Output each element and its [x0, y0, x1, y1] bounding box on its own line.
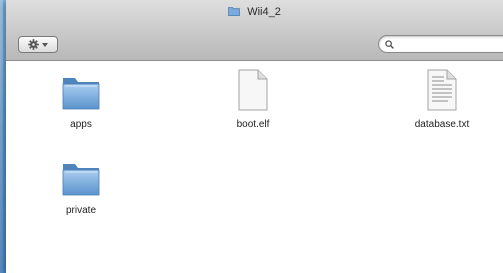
file-browser: apps boot.elf database.txt private — [6, 61, 503, 273]
chevron-down-icon — [42, 42, 48, 47]
folder-icon — [62, 78, 100, 110]
search-input[interactable] — [398, 38, 498, 50]
file-item-private[interactable]: private — [36, 159, 126, 216]
search-field[interactable] — [378, 35, 503, 53]
wallpaper-streak — [0, 0, 3, 273]
finder-window: Wii4_2 apps boot.elf database.txt privat… — [6, 0, 503, 273]
blank-document-icon — [238, 69, 268, 111]
action-menu-button[interactable] — [18, 36, 58, 53]
file-label-apps: apps — [70, 119, 92, 130]
file-label-boot-elf: boot.elf — [236, 119, 270, 130]
search-icon — [385, 39, 394, 49]
gear-icon — [28, 39, 39, 50]
file-item-boot-elf[interactable]: boot.elf — [208, 69, 298, 130]
window-titlebar: Wii4_2 — [6, 0, 503, 61]
window-title-text: Wii4_2 — [247, 6, 281, 18]
file-label-private: private — [65, 205, 96, 216]
folder-icon — [62, 164, 100, 196]
window-title: Wii4_2 — [6, 6, 503, 18]
file-item-apps[interactable]: apps — [36, 73, 126, 130]
file-item-database-txt[interactable]: database.txt — [397, 69, 487, 130]
file-label-database-txt: database.txt — [414, 119, 470, 130]
text-document-icon — [427, 69, 457, 111]
title-folder-icon — [228, 7, 241, 16]
